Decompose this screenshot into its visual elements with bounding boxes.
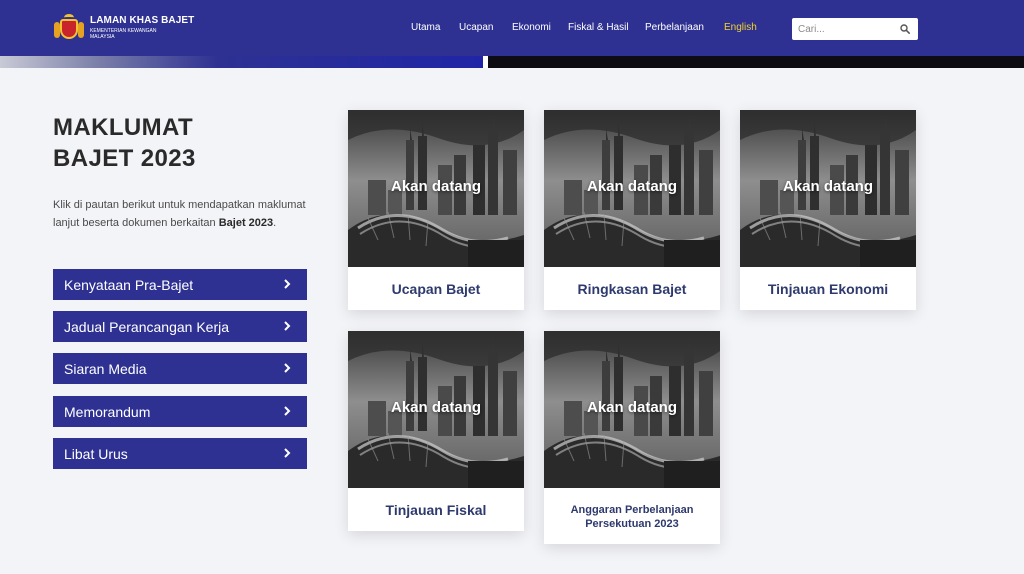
page-title: MAKLUMAT BAJET 2023 [53,112,313,174]
card-label: Ucapan Bajet [391,281,481,297]
card-image: Akan datang [348,331,524,488]
card-overlay-text: Akan datang [586,399,677,416]
card-label: Tinjauan Fiskal [385,502,487,518]
nav-fiskal-hasil[interactable]: Fiskal & Hasil [568,22,629,33]
intro-text-bold: Bajet 2023 [218,217,274,229]
logo-subtitle: KEMENTERIAN KEWANGAN MALAYSIA [90,28,194,40]
search-input[interactable] [792,18,896,40]
page-title-line-2: BAJET 2023 [53,145,196,172]
siaran-media-button[interactable]: Siaran Media [53,353,307,384]
button-label: Kenyataan Pra-Bajet [64,276,194,293]
intro-text-end: . [273,217,277,229]
button-label: Jadual Perancangan Kerja [64,318,230,335]
card-label-line-2: Persekutuan 2023 [585,518,679,530]
chevron-right-icon [284,321,291,331]
card-label-line-1: Anggaran Perbelanjaan [570,504,694,516]
button-label: Siaran Media [64,360,147,377]
nav-perbelanjaan[interactable]: Perbelanjaan [645,22,704,33]
card-overlay-text: Akan datang [390,399,481,416]
button-label: Memorandum [64,403,151,420]
nav-ekonomi[interactable]: Ekonomi [512,22,551,33]
card-image: Akan datang [544,331,720,488]
logo-title: LAMAN KHAS BAJET [90,15,195,26]
card-overlay-text: Akan datang [586,178,677,195]
jadual-perancangan-kerja-button[interactable]: Jadual Perancangan Kerja [53,311,307,342]
card-overlay-text: Akan datang [390,178,481,195]
strip-gradient [0,56,483,68]
card-tinjauan-fiskal[interactable]: Akan datang Tinjauan Fiskal [348,331,524,531]
card-ucapan-bajet[interactable]: Akan datang Ucapan Bajet [348,110,524,310]
kenyataan-pra-bajet-button[interactable]: Kenyataan Pra-Bajet [53,269,307,300]
malaysia-crest-icon [54,14,84,42]
search-box [792,18,918,40]
nav-ucapan[interactable]: Ucapan [459,22,493,33]
card-label: Anggaran Perbelanjaan Persekutuan 2023 [544,503,720,531]
nav-english[interactable]: English [724,22,757,33]
logo-text: LAMAN KHAS BAJET KEMENTERIAN KEWANGAN MA… [90,15,195,41]
site-header: LAMAN KHAS BAJET KEMENTERIAN KEWANGAN MA… [0,0,1024,56]
card-image: Akan datang [740,110,916,267]
chevron-right-icon [284,279,291,289]
search-icon[interactable] [900,24,910,34]
card-image: Akan datang [544,110,720,267]
header-accent-strip [0,56,1024,68]
strip-dark [488,56,1024,68]
chevron-right-icon [284,448,291,458]
nav-utama[interactable]: Utama [411,22,440,33]
chevron-right-icon [284,406,291,416]
libat-urus-button[interactable]: Libat Urus [53,438,307,469]
card-image: Akan datang [348,110,524,267]
card-label: Tinjauan Ekonomi [767,281,889,297]
intro-text: Klik di pautan berikut untuk mendapatkan… [53,196,315,232]
chevron-right-icon [284,363,291,373]
page-title-line-1: MAKLUMAT [53,114,194,141]
card-anggaran-perbelanjaan[interactable]: Akan datang Anggaran Perbelanjaan Persek… [544,331,720,544]
card-label: Ringkasan Bajet [577,281,687,297]
logo-subtitle-line-2: MALAYSIA [90,34,115,40]
card-overlay-text: Akan datang [782,178,873,195]
card-ringkasan-bajet[interactable]: Akan datang Ringkasan Bajet [544,110,720,310]
site-logo[interactable]: LAMAN KHAS BAJET KEMENTERIAN KEWANGAN MA… [54,12,194,44]
button-label: Libat Urus [64,445,128,462]
card-tinjauan-ekonomi[interactable]: Akan datang Tinjauan Ekonomi [740,110,916,310]
memorandum-button[interactable]: Memorandum [53,396,307,427]
